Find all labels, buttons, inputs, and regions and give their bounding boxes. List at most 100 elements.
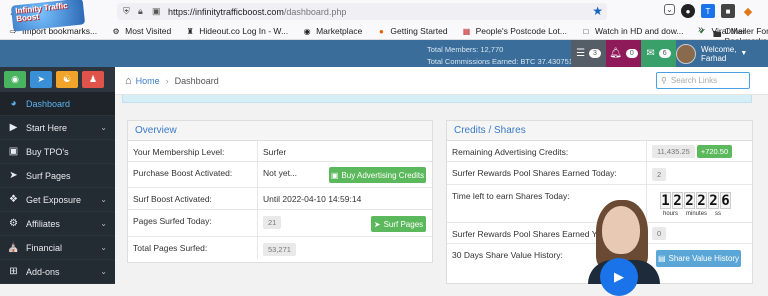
row-label: Your Membership Level: [128, 141, 258, 161]
address-bar[interactable]: ⛨ 🔒︎ ▣ https://infinitytrafficboost.com /… [117, 3, 607, 20]
chevron-down-icon: ⌄ [100, 243, 107, 252]
more-bookmarks-icon[interactable]: » [698, 24, 704, 35]
bookmark-item[interactable]: ● Getting Started [376, 26, 448, 36]
countdown-digit: 2 [696, 192, 707, 209]
stat-count: 0 [625, 49, 638, 58]
translate-icon[interactable]: T [701, 4, 715, 18]
countdown-digit: 2 [708, 192, 719, 209]
bookmark-label: Hideout.co Log In - W... [199, 26, 289, 36]
gear-icon: ⚙ [112, 26, 120, 36]
sidebar-item-buy-tpos[interactable]: ▣ Buy TPO's [0, 140, 115, 164]
box-icon[interactable]: ■ [721, 4, 735, 18]
url-host: https://infinitytrafficboost.com [168, 6, 284, 17]
metamask-icon[interactable]: ◆ [741, 4, 755, 18]
buy-advertising-credits-button[interactable]: ▣ Buy Advertising Credits [329, 167, 426, 183]
row-value: 53,271 [258, 237, 301, 259]
total-members: Total Members: 12,770 [427, 45, 504, 54]
extensions: ⌄ ● T ■ ◆ [664, 4, 755, 18]
bookmark-item[interactable]: □ Watch in HD and dow... [581, 26, 684, 36]
countdown-digit: 2 [684, 192, 695, 209]
remaining-credits: 11,435.25 [652, 145, 695, 158]
sidebar-item-label: Surf Pages [26, 170, 71, 181]
home-icon: ⌂ [125, 75, 132, 87]
sidebar-item-label: Add-ons [26, 266, 60, 277]
sidebar-item-financial[interactable]: ⛪ Financial ⌄ [0, 236, 115, 260]
sidebar-item-start-here[interactable]: ▶ Start Here ⌄ [0, 116, 115, 140]
users-icon[interactable]: ☯ [56, 71, 78, 88]
send-icon: ➤ [9, 170, 18, 181]
chevron-down-icon: ⌄ [100, 123, 107, 132]
user-menu[interactable]: Welcome, Farhad ▼ [676, 40, 768, 67]
row-value: 21 [258, 210, 286, 236]
sidebar-item-get-exposure[interactable]: ❖ Get Exposure ⌄ [0, 188, 115, 212]
bookmark-item[interactable]: ▦ People's Postcode Lot... [462, 26, 567, 36]
caret-down-icon: ▼ [740, 50, 748, 57]
gear-icon: ⚙ [9, 218, 18, 229]
total-pages-surfed: 53,271 [263, 243, 296, 256]
pocket-icon[interactable]: ⌄ [664, 4, 675, 15]
shield-icon[interactable]: ⛨ [123, 6, 133, 17]
hideout-icon: ♜ [186, 26, 194, 36]
bookmark-label: Marketplace [316, 26, 363, 36]
avatar [676, 43, 696, 64]
search-input[interactable]: ⚲ Search Links [656, 72, 750, 89]
shares-countdown: 122226 [660, 192, 731, 209]
button-label: Buy Advertising Credits [341, 170, 425, 180]
row-label: Remaining Advertising Credits: [447, 141, 647, 161]
server-stat[interactable]: ☰ 3 [571, 40, 606, 67]
envelope-icon: ✉ [646, 48, 655, 59]
panel-title: Overview [128, 121, 432, 141]
countdown-labels: hours minutes ss [663, 211, 721, 217]
breadcrumb-current: Dashboard [174, 76, 219, 86]
user-icon[interactable]: ♟ [82, 71, 104, 88]
sidebar-item-label: Financial [26, 242, 63, 253]
row-value: 11,435.25 +720.50 [647, 141, 737, 161]
bookmark-label: Watch in HD and dow... [594, 26, 684, 36]
bookmark-item[interactable]: ⚙ Most Visited [111, 26, 172, 36]
button-label: Share Value History [668, 254, 740, 263]
video-icon: □ [583, 26, 589, 36]
countdown-digit: 6 [720, 192, 731, 209]
button-label: Surf Pages [383, 219, 424, 229]
bookmark-item[interactable]: ◉ Marketplace [302, 26, 363, 36]
table-row: Purchase Boost Activated: Not yet... ▣ Bu… [128, 162, 432, 188]
sidebar-item-label: Affiliates [26, 218, 60, 229]
row-label: Total Pages Surfed: [128, 237, 258, 259]
chevron-down-icon: ⌄ [100, 219, 107, 228]
table-row: Total Pages Surfed: 53,271 [128, 237, 432, 259]
shares-earned-today: 2 [652, 168, 667, 181]
sidebar-item-dashboard[interactable]: ◕ Dashboard [0, 92, 115, 116]
countdown-label: minutes [686, 211, 708, 217]
gamepad-icon[interactable]: ◉ [4, 71, 26, 88]
chevron-down-icon: ⌄ [100, 195, 107, 204]
sidebar-item-add-ons[interactable]: ⊞ Add-ons ⌄ [0, 260, 115, 284]
pages-surfed-today: 21 [263, 216, 282, 229]
search-placeholder: Search Links [670, 76, 718, 85]
play-icon[interactable]: ▶ [600, 258, 638, 296]
bookmark-label: People's Postcode Lot... [475, 26, 567, 36]
sidebar-item-surf-pages[interactable]: ➤ Surf Pages [0, 164, 115, 188]
lock-icon[interactable]: 🔒︎ [138, 6, 148, 17]
row-value: Surfer [263, 147, 287, 157]
messages-stat[interactable]: ✉ 6 [641, 40, 676, 67]
row-value: Not yet... [263, 168, 298, 178]
sidebar-item-label: Get Exposure [26, 194, 82, 205]
postcode-icon: ▦ [462, 26, 471, 36]
sidebar: ◉ ➤ ☯ ♟ ◕ Dashboard ▶ Start Here ⌄ ▣ Buy TPO… [0, 67, 115, 284]
table-row: Surf Boost Activated: Until 2022-04-10 1… [128, 188, 432, 210]
surf-pages-button[interactable]: ➤ Surf Pages [371, 216, 426, 232]
extension-icon[interactable]: ● [681, 4, 695, 18]
bookmark-item[interactable]: ♜ Hideout.co Log In - W... [185, 26, 288, 36]
send-icon[interactable]: ➤ [30, 71, 52, 88]
breadcrumb: ⌂ Home › Dashboard [125, 75, 219, 87]
countdown-digit: 2 [672, 192, 683, 209]
page-icon: ▣ [152, 6, 161, 16]
sidebar-item-affiliates[interactable]: ⚙ Affiliates ⌄ [0, 212, 115, 236]
table-row: Remaining Advertising Credits: 11,435.25… [447, 141, 752, 162]
share-value-history-button[interactable]: ▤ Share Value History [656, 250, 741, 267]
send-icon: ➤ [373, 219, 381, 229]
breadcrumb-home[interactable]: Home [136, 76, 160, 86]
notifications-stat[interactable]: 🔔︎ 0 [606, 40, 641, 67]
countdown-label: ss [715, 211, 722, 217]
bookmark-star-icon[interactable]: ★ [592, 4, 603, 18]
